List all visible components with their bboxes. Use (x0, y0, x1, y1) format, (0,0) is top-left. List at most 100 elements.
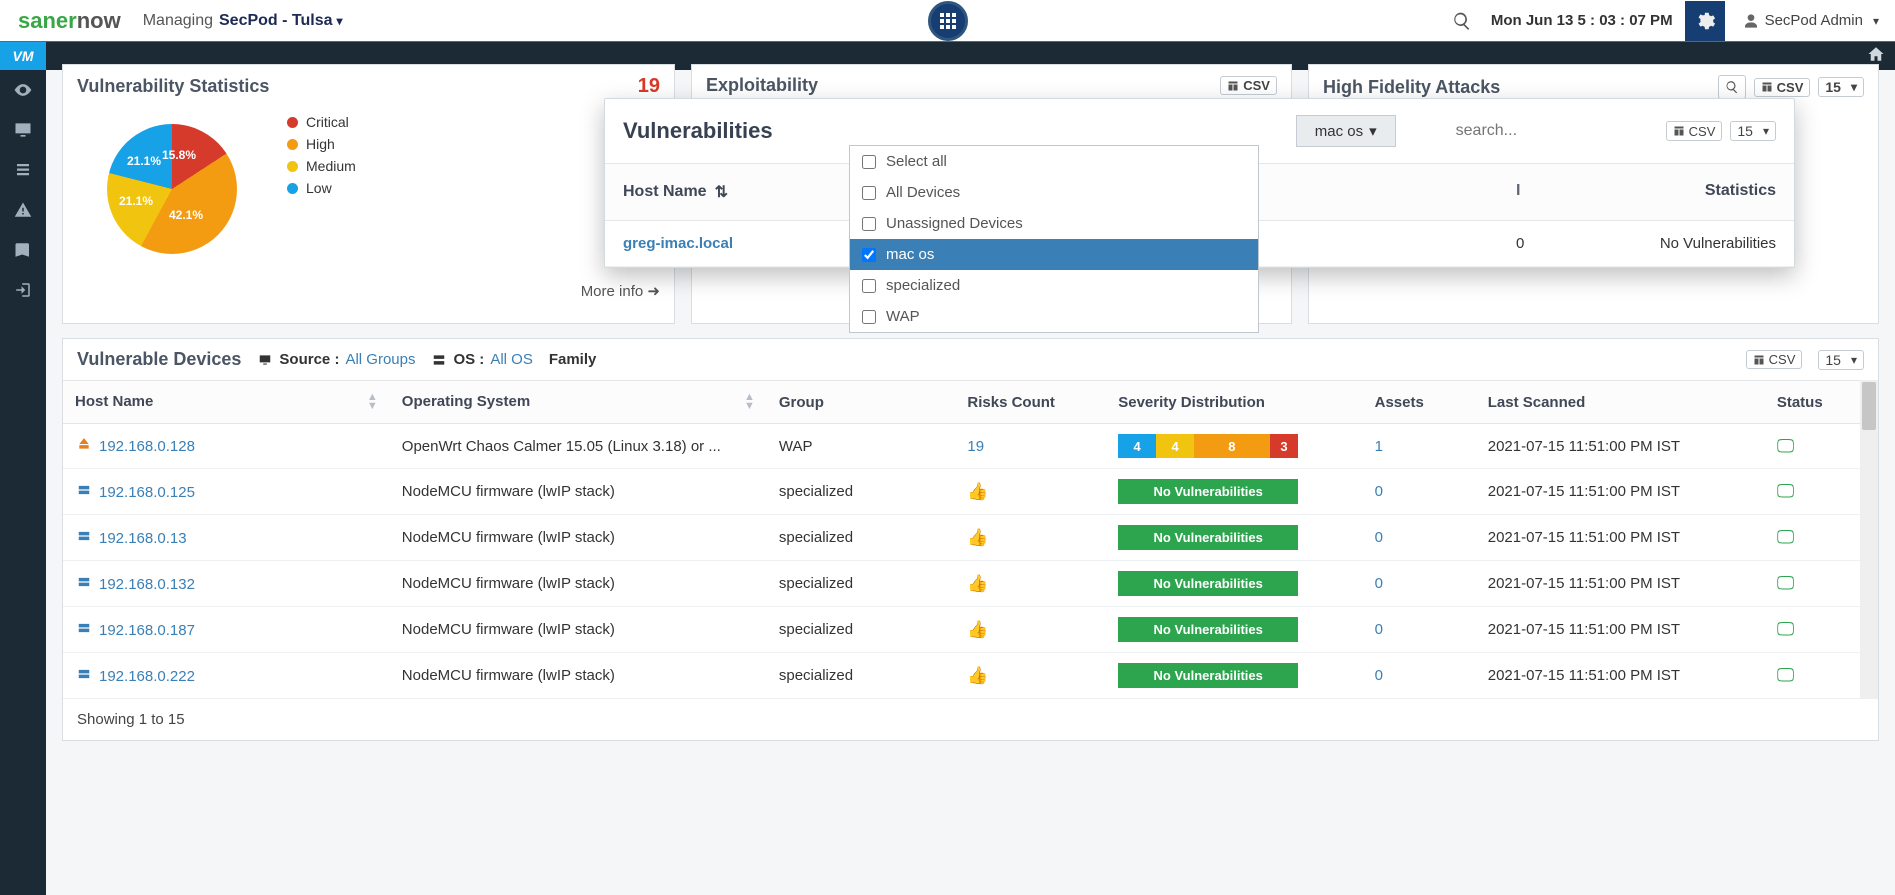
legend-high[interactable]: High (287, 136, 356, 152)
table-row[interactable]: 192.168.0.132NodeMCU firmware (lwIP stac… (63, 561, 1878, 607)
host-link[interactable]: 192.168.0.128 (99, 438, 195, 455)
assets-link[interactable]: 0 (1375, 483, 1383, 500)
filter-source[interactable]: Source : All Groups (257, 351, 415, 368)
sidebar-item-reports[interactable] (0, 150, 46, 190)
col-host[interactable]: Host Name▲▼ (63, 381, 390, 424)
settings-button[interactable] (1685, 1, 1725, 41)
checkbox[interactable] (862, 248, 876, 262)
more-info-link[interactable]: More info ➜ (63, 276, 674, 310)
sort-icon: ▲▼ (744, 393, 755, 411)
assets-link[interactable]: 0 (1375, 575, 1383, 592)
card-search-button[interactable] (1718, 75, 1746, 99)
dd-item-unassigned[interactable]: Unassigned Devices (850, 208, 1258, 239)
global-search-button[interactable] (1445, 4, 1479, 38)
search-icon (1725, 80, 1739, 94)
module-tag[interactable]: VM (0, 42, 46, 70)
dd-item-all-devices[interactable]: All Devices (850, 177, 1258, 208)
checkbox[interactable] (862, 186, 876, 200)
risks-cell: 👍 (955, 515, 1106, 561)
dot-icon (287, 161, 298, 172)
grid-icon (939, 12, 957, 30)
col-ip[interactable]: I (1516, 182, 1556, 202)
table-scrollbar[interactable] (1860, 380, 1878, 699)
host-link[interactable]: greg-imac.local (623, 235, 733, 252)
sidebar: VM (0, 42, 46, 895)
last-scanned-cell: 2021-07-15 11:51:00 PM IST (1476, 653, 1765, 699)
sidebar-item-alerts[interactable] (0, 190, 46, 230)
checkbox[interactable] (862, 155, 876, 169)
host-link[interactable]: 192.168.0.125 (99, 484, 195, 501)
os-cell: NodeMCU firmware (lwIP stack) (390, 469, 767, 515)
managing-label: Managing (143, 12, 213, 30)
page-size-select[interactable]: 15 (1818, 350, 1864, 370)
col-severity[interactable]: Severity Distribution (1106, 381, 1362, 424)
table-row[interactable]: 192.168.0.222NodeMCU firmware (lwIP stac… (63, 653, 1878, 699)
host-link[interactable]: 192.168.0.222 (99, 668, 195, 685)
popup-title: Vulnerabilities (623, 118, 773, 144)
filter-os[interactable]: OS : All OS (431, 351, 532, 368)
col-stats[interactable]: Statistics (1556, 182, 1776, 202)
arrow-right-circle-icon: ➜ (647, 283, 660, 300)
sidebar-item-docs[interactable] (0, 230, 46, 270)
col-risks[interactable]: Risks Count (955, 381, 1106, 424)
dd-item-select-all[interactable]: Select all (850, 146, 1258, 177)
risks-link[interactable]: 19 (967, 438, 984, 455)
server-icon (431, 353, 447, 367)
table-row[interactable]: 192.168.0.13NodeMCU firmware (lwIP stack… (63, 515, 1878, 561)
group-filter-dropdown[interactable]: mac os▾ (1296, 115, 1396, 147)
sidebar-item-overview[interactable] (0, 70, 46, 110)
dd-item-specialized[interactable]: specialized (850, 270, 1258, 301)
dd-item-macos[interactable]: mac os (850, 239, 1258, 270)
ip-cell: 0 (1516, 235, 1556, 252)
last-scanned-cell: 2021-07-15 11:51:00 PM IST (1476, 515, 1765, 561)
org-selector[interactable]: SecPod - Tulsa (219, 12, 343, 30)
dd-item-wap[interactable]: WAP (850, 301, 1258, 332)
table-footer: Showing 1 to 15 (63, 699, 1878, 740)
col-last[interactable]: Last Scanned (1476, 381, 1765, 424)
assets-link[interactable]: 0 (1375, 529, 1383, 546)
severity-cell: No Vulnerabilities (1106, 469, 1362, 515)
no-vuln-badge: No Vulnerabilities (1118, 479, 1298, 504)
severity-pie: 15.8% 42.1% 21.1% 21.1% (77, 114, 277, 274)
page-size-select[interactable]: 15 (1818, 77, 1864, 97)
col-assets[interactable]: Assets (1363, 381, 1476, 424)
checkbox[interactable] (862, 217, 876, 231)
table-row[interactable]: 192.168.0.128OpenWrt Chaos Calmer 15.05 … (63, 424, 1878, 469)
host-link[interactable]: 192.168.0.132 (99, 576, 195, 593)
book-icon (14, 241, 32, 259)
brand-left: saner (18, 8, 77, 33)
scrollbar-thumb[interactable] (1862, 382, 1876, 430)
sidebar-item-devices[interactable] (0, 110, 46, 150)
checkbox[interactable] (862, 310, 876, 324)
filter-family[interactable]: Family (549, 351, 597, 368)
table-row[interactable]: 192.168.0.187NodeMCU firmware (lwIP stac… (63, 607, 1878, 653)
group-cell: WAP (767, 424, 956, 469)
assets-link[interactable]: 0 (1375, 621, 1383, 638)
export-csv-button[interactable]: CSV (1746, 350, 1803, 369)
export-csv-button[interactable]: CSV (1220, 76, 1277, 95)
table-row[interactable]: 192.168.0.125 NodeMCU firmware (lwIP stac… (63, 469, 1878, 515)
assets-link[interactable]: 1 (1375, 438, 1383, 455)
legend-low[interactable]: Low (287, 180, 356, 196)
card-title: High Fidelity Attacks (1323, 77, 1500, 98)
list-icon (14, 161, 32, 179)
monitor-icon (13, 120, 33, 140)
export-csv-button[interactable]: CSV (1754, 78, 1811, 97)
export-csv-button[interactable]: CSV (1666, 121, 1723, 141)
legend-critical[interactable]: Critical (287, 114, 356, 130)
col-group[interactable]: Group (767, 381, 956, 424)
legend-medium[interactable]: Medium (287, 158, 356, 174)
assets-link[interactable]: 0 (1375, 667, 1383, 684)
monitor-status-icon: 🖵 (1777, 481, 1794, 501)
app-header: sanernow Managing SecPod - Tulsa Mon Jun… (0, 0, 1895, 42)
app-launcher-button[interactable] (928, 1, 968, 41)
checkbox[interactable] (862, 279, 876, 293)
col-os[interactable]: Operating System▲▼ (390, 381, 767, 424)
header-right: Mon Jun 13 5 : 03 : 07 PM SecPod Admin (1445, 1, 1895, 41)
user-menu[interactable]: SecPod Admin (1737, 12, 1885, 29)
sidebar-item-logout[interactable] (0, 270, 46, 310)
popup-search-input[interactable] (1456, 122, 1636, 140)
host-link[interactable]: 192.168.0.187 (99, 622, 195, 639)
page-size-select[interactable]: 15 (1730, 121, 1776, 141)
host-link[interactable]: 192.168.0.13 (99, 530, 187, 547)
